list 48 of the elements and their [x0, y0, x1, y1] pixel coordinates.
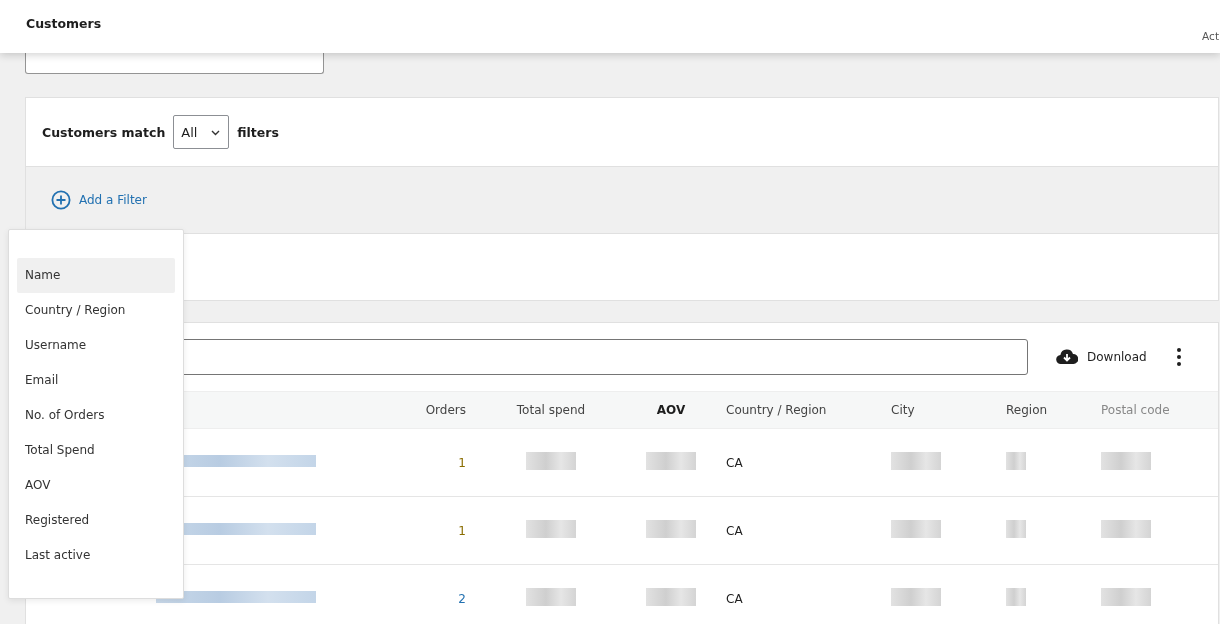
menu-item[interactable]: Total Spend — [17, 433, 175, 468]
menu-item[interactable]: Name — [17, 258, 175, 293]
menu-item[interactable]: Email — [17, 363, 175, 398]
redacted-value — [891, 588, 941, 606]
redacted-value — [1101, 588, 1151, 606]
menu-item[interactable]: Country / Region — [17, 293, 175, 328]
orders-link[interactable]: 2 — [458, 591, 466, 606]
redacted-value — [1006, 452, 1026, 470]
table-cell: 1 — [458, 523, 466, 538]
redacted-value — [646, 452, 696, 470]
redacted-value — [1006, 520, 1026, 538]
redacted-value — [1006, 588, 1026, 606]
column-header[interactable]: Total spend — [516, 403, 586, 417]
advanced-filters-select[interactable] — [25, 53, 324, 74]
table-cell: CA — [726, 455, 743, 470]
redacted-value — [526, 520, 576, 538]
redacted-value — [891, 520, 941, 538]
redacted-value — [526, 588, 576, 606]
more-options-icon[interactable] — [1176, 348, 1181, 366]
menu-item[interactable]: Username — [17, 328, 175, 363]
cloud-download-icon — [1056, 349, 1078, 365]
page-title: Customers — [26, 16, 102, 31]
table-cell: CA — [726, 591, 743, 606]
redacted-value — [891, 452, 941, 470]
column-header[interactable]: Region — [1006, 403, 1048, 417]
match-select[interactable]: All — [173, 115, 230, 149]
menu-item[interactable]: No. of Orders — [17, 398, 175, 433]
match-label: Customers match — [42, 124, 166, 140]
redacted-value — [646, 588, 696, 606]
column-header[interactable]: Orders — [425, 403, 466, 417]
column-header[interactable]: Country / Region — [726, 403, 827, 417]
menu-item[interactable]: Last active — [17, 538, 175, 573]
filters-label: filters — [237, 124, 279, 140]
menu-item[interactable]: AOV — [17, 468, 175, 503]
plus-circle-icon — [51, 190, 71, 210]
account-caption: Act — [1202, 30, 1219, 42]
redacted-value — [1101, 520, 1151, 538]
redacted-value — [1101, 452, 1151, 470]
table-cell: 1 — [458, 455, 466, 470]
add-filter-button[interactable]: Add a Filter — [51, 190, 147, 210]
download-button[interactable]: Download — [1056, 349, 1147, 365]
redacted-value — [646, 520, 696, 538]
column-header[interactable]: AOV — [656, 403, 686, 417]
menu-item[interactable]: Registered — [17, 503, 175, 538]
table-cell: CA — [726, 523, 743, 538]
column-header[interactable]: City — [891, 403, 915, 417]
chevron-down-icon — [211, 130, 221, 136]
redacted-value — [526, 452, 576, 470]
